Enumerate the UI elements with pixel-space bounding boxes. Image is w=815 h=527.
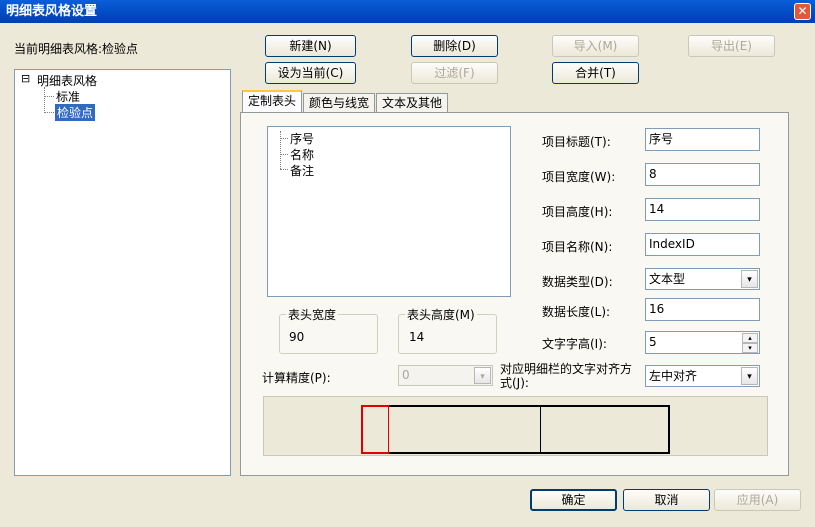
item-width-input[interactable]: 8 bbox=[645, 163, 760, 186]
header-item-list[interactable]: 序号 名称 备注 bbox=[267, 126, 511, 297]
header-height-title: 表头高度(M) bbox=[405, 306, 477, 323]
new-button[interactable]: 新建(N) bbox=[265, 35, 356, 57]
ok-button[interactable]: 确定 bbox=[530, 489, 617, 511]
dropdown-icon[interactable]: ▾ bbox=[474, 367, 491, 384]
precision-select[interactable]: 0 ▾ bbox=[398, 365, 493, 386]
preview-table bbox=[361, 405, 670, 454]
preview-divider bbox=[540, 405, 541, 454]
item-height-input[interactable]: 14 bbox=[645, 198, 760, 221]
item-name-label: 项目名称(N): bbox=[542, 240, 613, 254]
alignment-label-line1: 对应明细栏的文字对齐方 bbox=[500, 362, 633, 376]
dropdown-icon[interactable]: ▾ bbox=[741, 367, 758, 385]
tree-root[interactable]: 明细表风格 bbox=[37, 72, 97, 89]
list-connector bbox=[280, 131, 281, 169]
merge-button[interactable]: 合并(T) bbox=[552, 62, 639, 84]
filter-button[interactable]: 过滤(F) bbox=[411, 62, 498, 84]
list-item[interactable]: 备注 bbox=[290, 162, 314, 179]
header-width-group: 表头宽度 90 bbox=[279, 306, 378, 354]
tree-connector bbox=[44, 112, 54, 113]
close-icon[interactable]: ✕ bbox=[794, 3, 811, 20]
style-tree[interactable]: ⊟ 明细表风格 标准 检验点 bbox=[14, 69, 231, 476]
alignment-value: 左中对齐 bbox=[649, 369, 698, 383]
set-current-button[interactable]: 设为当前(C) bbox=[265, 62, 356, 84]
alignment-label: 对应明细栏的文字对齐方 式(J): bbox=[500, 362, 632, 390]
item-name-input[interactable]: IndexID bbox=[645, 233, 760, 256]
data-length-label: 数据长度(L): bbox=[542, 305, 611, 319]
item-width-label: 项目宽度(W): bbox=[542, 170, 616, 184]
header-height-value: 14 bbox=[409, 330, 425, 344]
header-preview bbox=[263, 396, 768, 456]
item-title-input[interactable]: 序号 bbox=[645, 128, 760, 151]
data-type-value: 文本型 bbox=[649, 272, 686, 286]
window-title: 明细表风格设置 bbox=[6, 4, 98, 19]
preview-selected-column bbox=[361, 405, 389, 454]
tab-custom-header[interactable]: 定制表头 bbox=[242, 90, 303, 113]
data-type-label: 数据类型(D): bbox=[542, 275, 613, 289]
spin-up-icon[interactable]: ▴ bbox=[742, 333, 758, 343]
font-height-label: 文字字高(I): bbox=[542, 337, 607, 351]
collapse-icon[interactable]: ⊟ bbox=[21, 73, 32, 85]
precision-value: 0 bbox=[402, 368, 410, 382]
list-connector bbox=[280, 169, 288, 170]
data-length-input[interactable]: 16 bbox=[645, 298, 760, 321]
export-button[interactable]: 导出(E) bbox=[688, 35, 775, 57]
font-height-value: 5 bbox=[649, 335, 657, 349]
import-button[interactable]: 导入(M) bbox=[552, 35, 639, 57]
header-width-title: 表头宽度 bbox=[286, 306, 339, 323]
current-style-label: 当前明细表风格:检验点 bbox=[14, 42, 139, 56]
precision-label: 计算精度(P): bbox=[262, 371, 331, 385]
tree-connector bbox=[44, 87, 45, 113]
delete-button[interactable]: 删除(D) bbox=[411, 35, 498, 57]
tree-item-standard[interactable]: 标准 bbox=[56, 88, 80, 105]
dropdown-icon[interactable]: ▾ bbox=[741, 270, 758, 288]
spin-down-icon[interactable]: ▾ bbox=[742, 343, 758, 353]
header-width-value: 90 bbox=[289, 330, 305, 344]
list-connector bbox=[280, 154, 288, 155]
tab-color-linewidth[interactable]: 颜色与线宽 bbox=[303, 93, 376, 113]
apply-button[interactable]: 应用(A) bbox=[714, 489, 801, 511]
tab-text-other[interactable]: 文本及其他 bbox=[376, 93, 449, 113]
item-title-label: 项目标题(T): bbox=[542, 135, 611, 149]
alignment-select[interactable]: 左中对齐 ▾ bbox=[645, 365, 760, 387]
list-connector bbox=[280, 138, 288, 139]
window-titlebar: 明细表风格设置 bbox=[0, 0, 815, 23]
data-type-select[interactable]: 文本型 ▾ bbox=[645, 268, 760, 290]
cancel-button[interactable]: 取消 bbox=[623, 489, 710, 511]
list-item[interactable]: 序号 bbox=[290, 130, 314, 147]
tree-connector bbox=[44, 96, 54, 97]
list-item[interactable]: 名称 bbox=[290, 146, 314, 163]
alignment-label-line2: 式(J): bbox=[500, 376, 529, 390]
font-height-spinner[interactable]: 5 ▴ ▾ bbox=[645, 331, 760, 354]
header-height-group: 表头高度(M) 14 bbox=[398, 306, 497, 354]
tree-item-checkpoint[interactable]: 检验点 bbox=[55, 104, 96, 121]
item-height-label: 项目高度(H): bbox=[542, 205, 613, 219]
